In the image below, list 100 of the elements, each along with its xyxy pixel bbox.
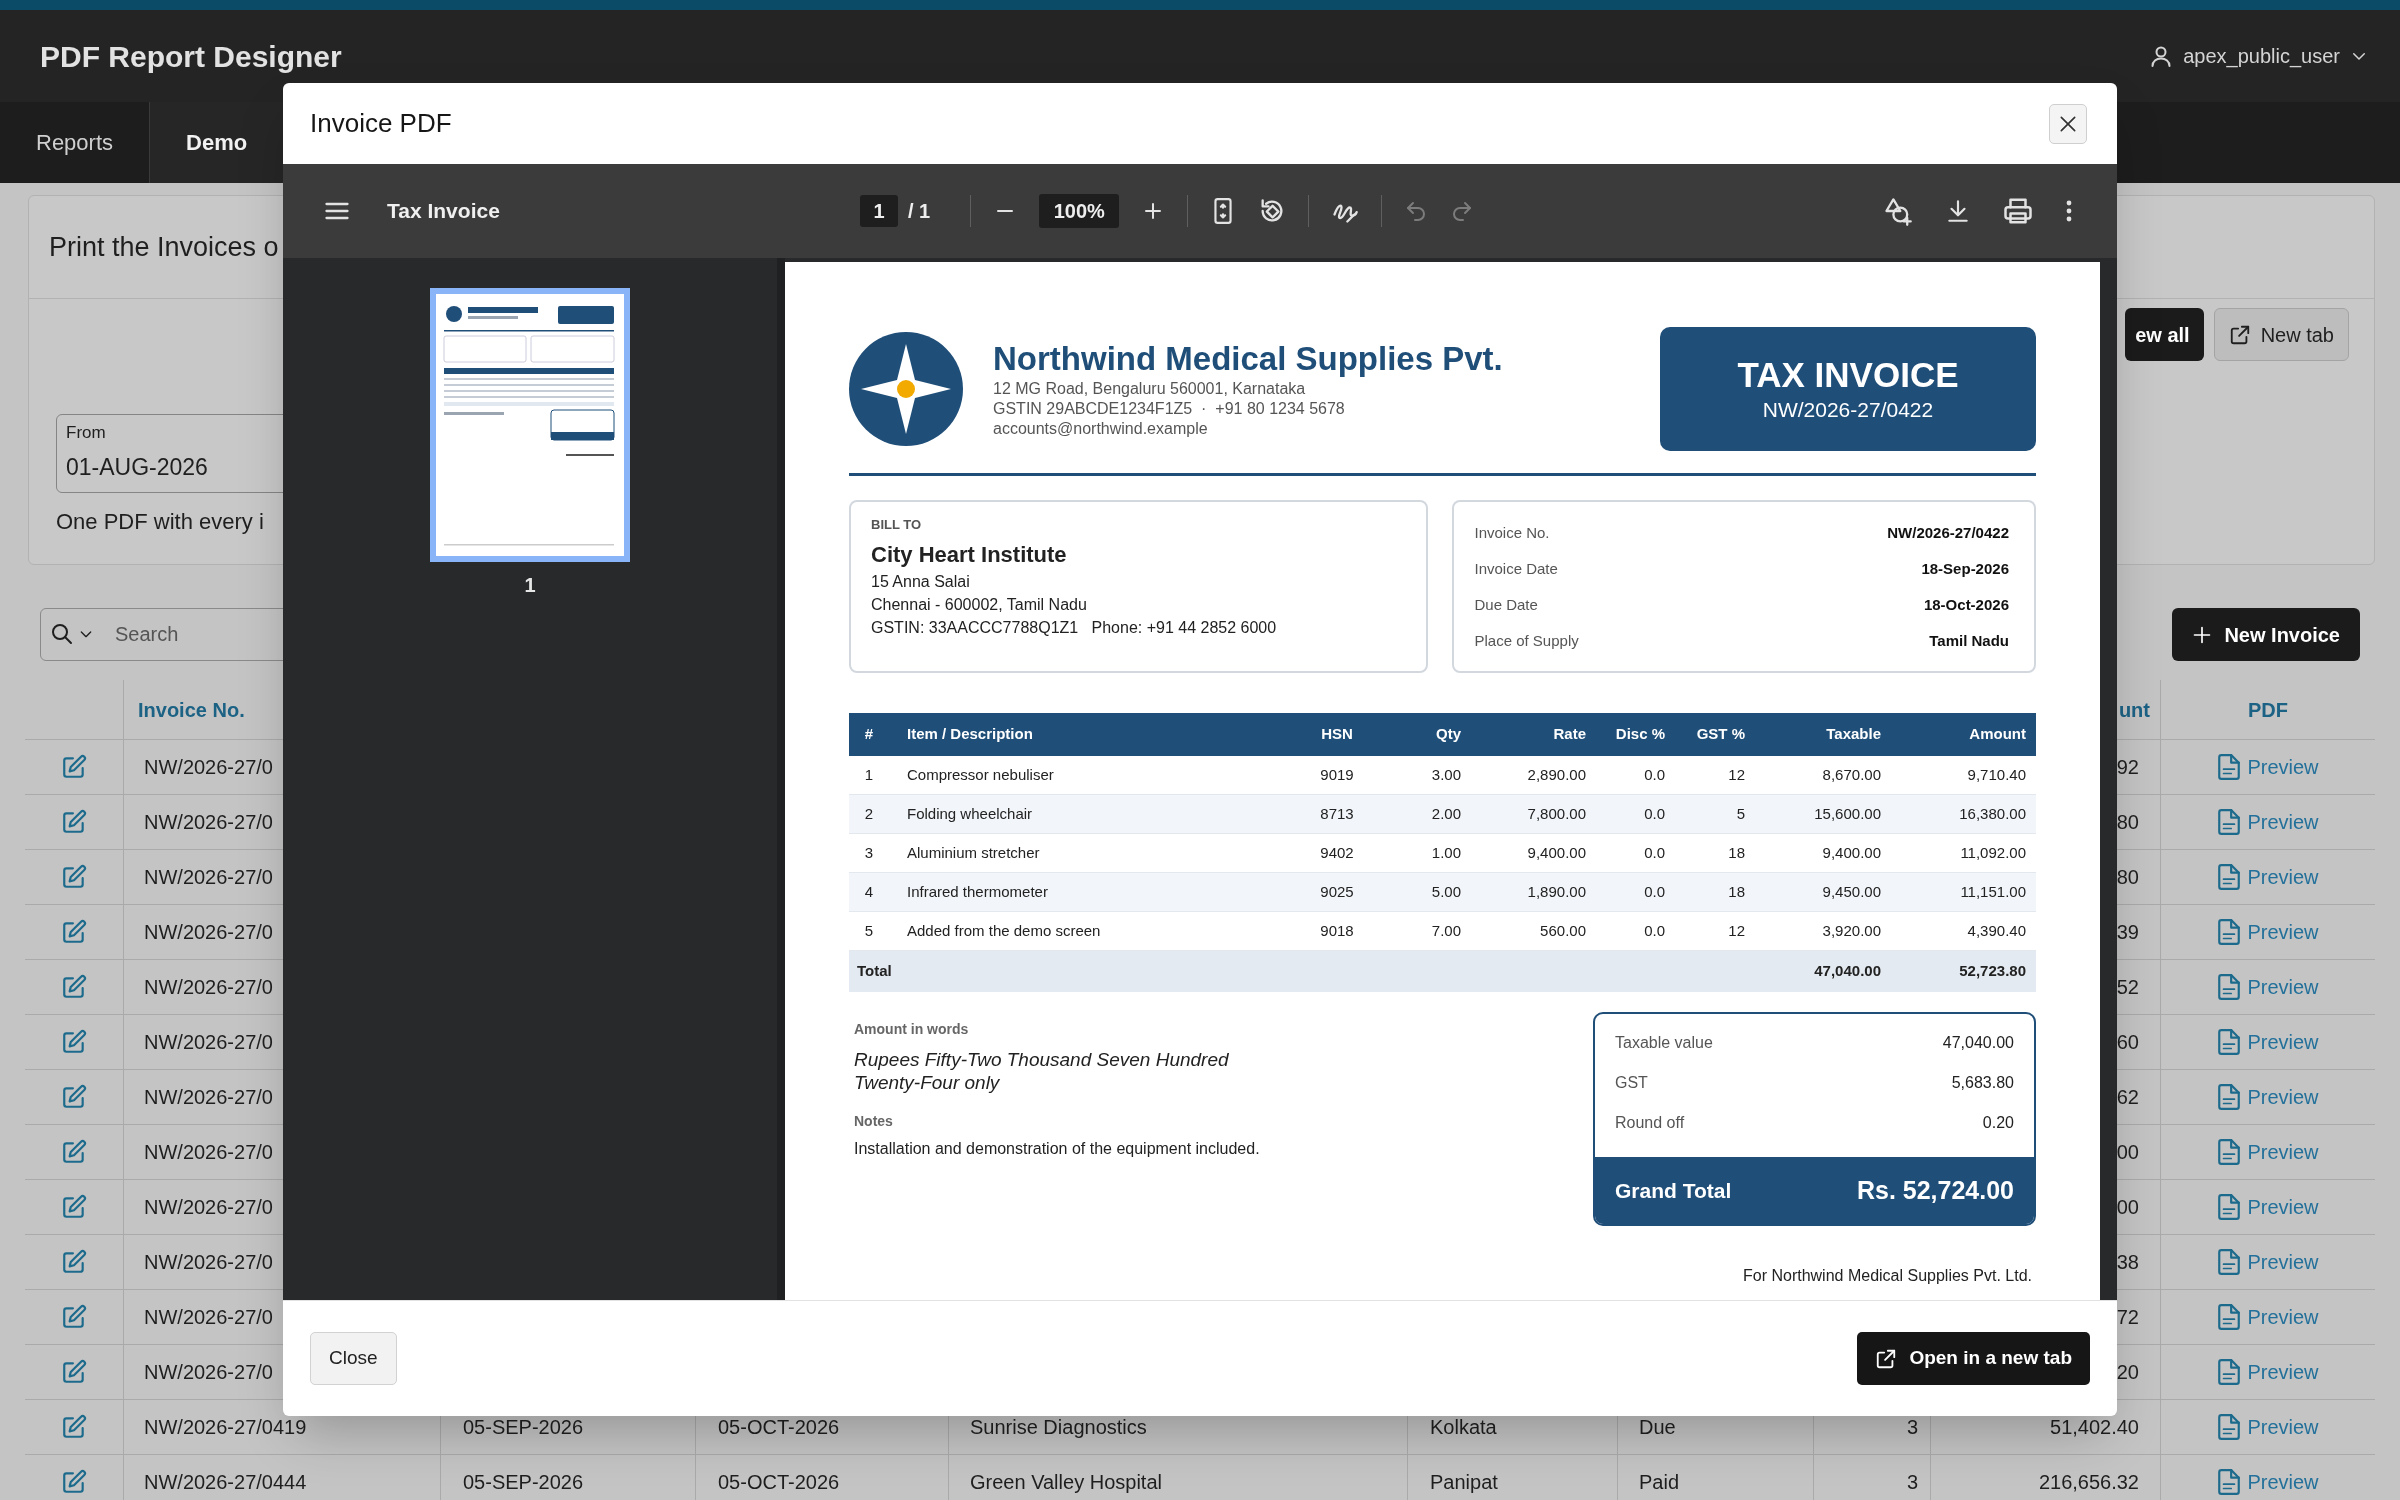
file-icon <box>2217 809 2242 835</box>
edit-icon[interactable] <box>61 1469 87 1495</box>
table-cell-text: NW/2026-27/0 <box>144 1140 273 1165</box>
table-cell-text: 4,390.40 <box>1967 920 2026 941</box>
detail-label: Place of Supply <box>1474 630 1579 651</box>
company-name: Northwind Medical Supplies Pvt. <box>993 339 1503 379</box>
more-icon[interactable] <box>2065 199 2073 223</box>
edit-icon[interactable] <box>61 864 87 890</box>
new-tab-button[interactable]: New tab <box>2213 308 2349 361</box>
section-heading: Notes <box>854 1112 893 1130</box>
preview-link[interactable]: Preview <box>2217 1357 2319 1387</box>
table-cell-text: 52 <box>2116 975 2139 1000</box>
download-icon[interactable] <box>1945 198 1971 224</box>
table-cell-text: 38 <box>2116 1250 2139 1275</box>
open-new-tab-button[interactable]: Open in a new tab <box>1857 1332 2090 1385</box>
summary-label: Round off <box>1615 1113 1685 1133</box>
view-all-button[interactable]: ew all <box>2125 308 2204 361</box>
table-cell-text: 60 <box>2116 1030 2139 1055</box>
column-header: GST % <box>1696 724 1745 745</box>
preview-link[interactable]: Preview <box>2217 807 2319 837</box>
table-cell-text: 5 <box>1736 803 1745 824</box>
address-line: GSTIN 29ABCDE1234F1Z5 · +91 80 1234 5678 <box>993 399 1346 419</box>
table-cell-text: 4 <box>864 881 874 902</box>
file-icon <box>2217 1304 2242 1330</box>
table-cell-text: 15,600.00 <box>1814 803 1881 824</box>
close-button[interactable]: Close <box>310 1332 397 1385</box>
summary-value: 47,040.00 <box>1942 1033 2014 1053</box>
table-cell-text: NW/2026-27/0 <box>144 1195 273 1220</box>
edit-icon[interactable] <box>61 1084 87 1110</box>
table-cell-text: 3 <box>864 842 874 863</box>
logo-icon <box>849 332 963 446</box>
detail-label: Invoice No. <box>1474 522 1550 543</box>
preview-link[interactable]: Preview <box>2217 1137 2319 1167</box>
page-input[interactable]: 1 <box>860 195 898 227</box>
column-header: # <box>864 724 874 745</box>
preview-link[interactable]: Preview <box>2217 1082 2319 1112</box>
preview-link[interactable]: Preview <box>2217 917 2319 947</box>
page-thumbnail[interactable] <box>430 288 630 562</box>
print-icon[interactable] <box>2003 196 2033 226</box>
table-cell-text: 00 <box>2116 1140 2139 1165</box>
preview-link[interactable]: Preview <box>2217 1467 2319 1497</box>
table-cell-text: 7,800.00 <box>1527 803 1586 824</box>
preview-link[interactable]: Preview <box>2217 1302 2319 1332</box>
card-title: Print the Invoices o <box>49 230 279 264</box>
edit-icon[interactable] <box>61 809 87 835</box>
table-cell-text: NW/2026-27/0 <box>144 1250 273 1275</box>
column-header: Disc % <box>1615 724 1665 745</box>
field-label: From <box>66 422 106 444</box>
file-icon <box>2217 1084 2242 1110</box>
preview-link[interactable]: Preview <box>2217 1247 2319 1277</box>
table-cell-text: 3 <box>1906 1415 1918 1440</box>
user-menu[interactable]: apex_public_user <box>2149 41 2368 71</box>
edit-icon[interactable] <box>61 1029 87 1055</box>
preview-link[interactable]: Preview <box>2217 1027 2319 1057</box>
table-cell-text: 05-SEP-2026 <box>463 1415 584 1440</box>
zoom-input[interactable]: 100% <box>1039 194 1120 228</box>
edit-icon[interactable] <box>61 1414 87 1440</box>
table-cell-text: NW/2026-27/0 <box>144 1360 273 1385</box>
table-cell-text: NW/2026-27/0 <box>144 810 273 835</box>
table-cell-text: NW/2026-27/0 <box>144 865 273 890</box>
document-title: Tax Invoice <box>387 198 500 225</box>
edit-icon[interactable] <box>61 754 87 780</box>
summary-label: GST <box>1615 1073 1648 1093</box>
address-line: Chennai - 600002, Tamil Nadu <box>871 595 1088 615</box>
preview-link[interactable]: Preview <box>2217 1412 2319 1442</box>
edit-icon[interactable] <box>61 1249 87 1275</box>
edit-icon[interactable] <box>61 1359 87 1385</box>
column-header: Qty <box>1436 724 1461 745</box>
detail-value: NW/2026-27/0422 <box>1887 522 2009 543</box>
signature-line: For Northwind Medical Supplies Pvt. Ltd. <box>1743 1266 2032 1286</box>
edit-icon[interactable] <box>61 974 87 1000</box>
close-button[interactable] <box>2049 103 2087 144</box>
dialog-title: Invoice PDF <box>310 107 452 140</box>
table-cell-text: Folding wheelchair <box>907 803 1033 824</box>
edit-icon[interactable] <box>61 1139 87 1165</box>
nav-tab[interactable]: Demo <box>150 102 285 183</box>
edit-icon[interactable] <box>61 919 87 945</box>
thumbnail-label: 1 <box>524 573 536 598</box>
preview-link[interactable]: Preview <box>2217 1192 2319 1222</box>
table-cell-text: 52,723.80 <box>1959 961 2026 982</box>
edit-icon[interactable] <box>61 1304 87 1330</box>
table-cell-text: 216,656.32 <box>2038 1470 2139 1495</box>
table-cell-text: 05-SEP-2026 <box>463 1470 584 1495</box>
preview-link[interactable]: Preview <box>2217 972 2319 1002</box>
close-icon <box>2058 113 2078 134</box>
invoice-number: NW/2026-27/0422 <box>1762 397 1934 423</box>
address-line: accounts@northwind.example <box>993 419 1209 439</box>
edit-icon[interactable] <box>61 1194 87 1220</box>
table-cell-text: Sunrise Diagnostics <box>970 1415 1147 1440</box>
table-cell-text: 2 <box>864 803 874 824</box>
shapes-plus-icon[interactable] <box>1883 196 1913 226</box>
table-cell-text: 00 <box>2116 1195 2139 1220</box>
preview-link[interactable]: Preview <box>2217 752 2319 782</box>
column-header: HSN <box>1321 724 1353 745</box>
preview-link[interactable]: Preview <box>2217 862 2319 892</box>
total-label: Total <box>857 961 892 982</box>
new-invoice-button[interactable]: New Invoice <box>2172 608 2360 661</box>
table-cell-text: 560.00 <box>1540 920 1586 941</box>
table-cell-text: Added from the demo screen <box>907 920 1101 941</box>
detail-label: Due Date <box>1474 594 1538 615</box>
